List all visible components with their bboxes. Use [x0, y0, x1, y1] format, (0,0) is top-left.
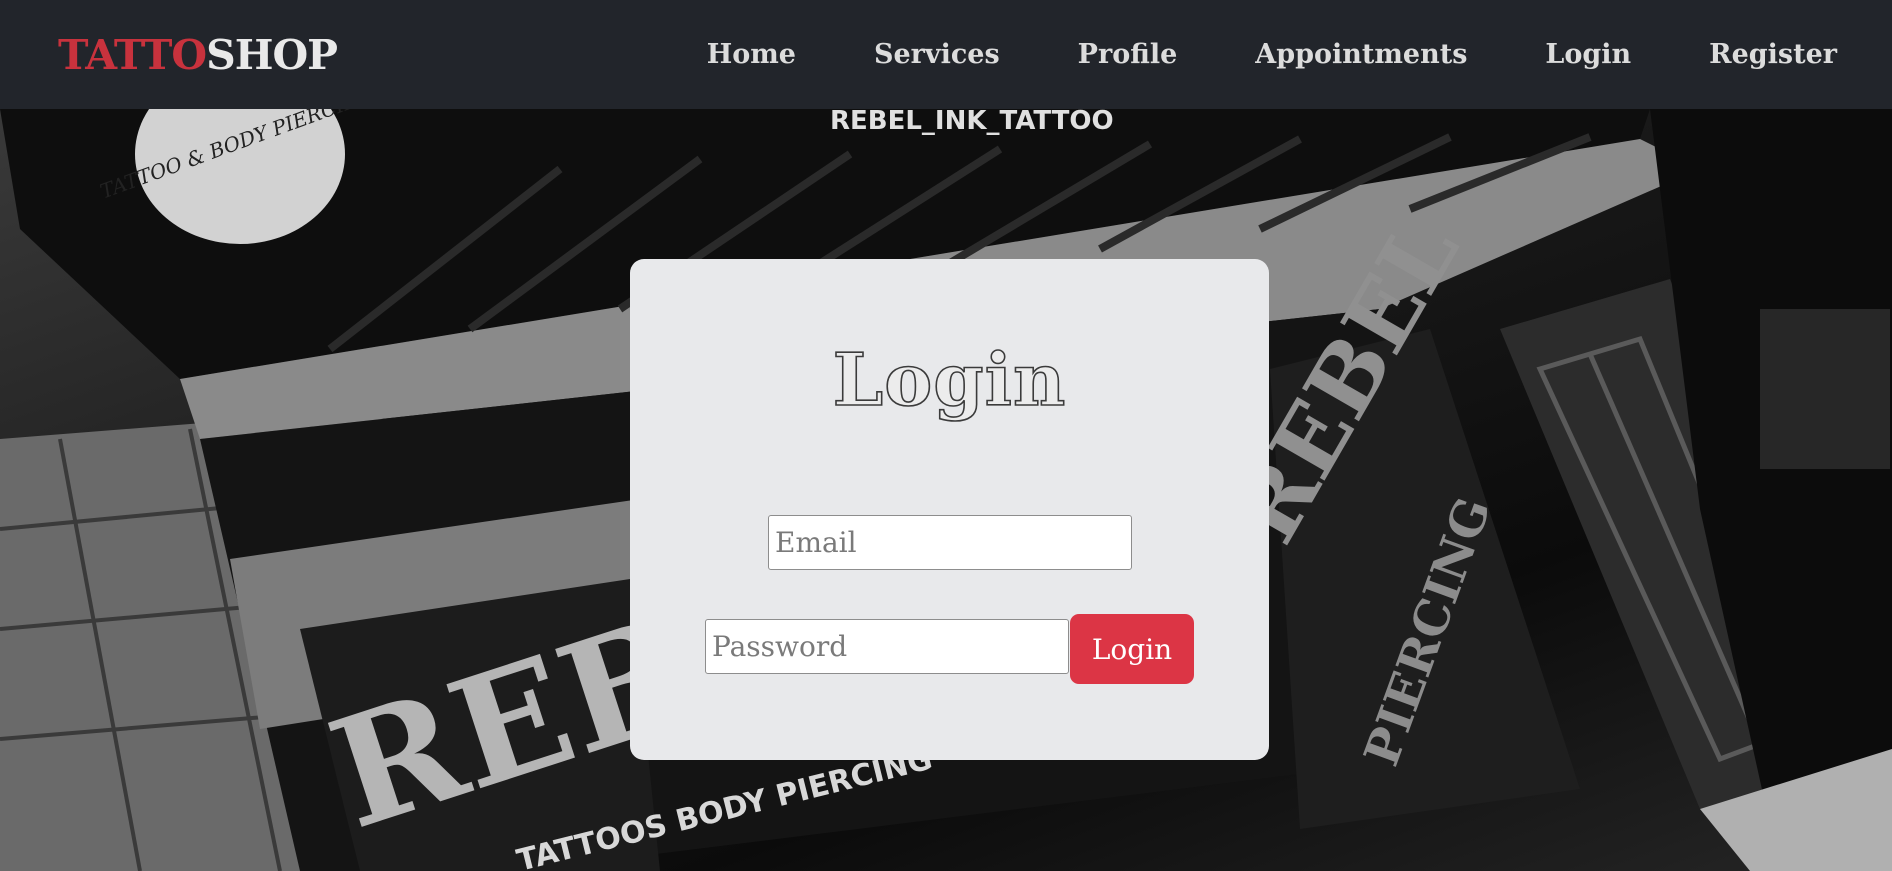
nav-link-profile[interactable]: Profile [1078, 39, 1178, 70]
email-input[interactable] [768, 515, 1132, 570]
nav-links: Home Services Profile Appointments Login… [629, 39, 1837, 70]
login-title: Login [832, 336, 1067, 423]
password-input[interactable] [705, 619, 1069, 674]
top-navbar: TATTOSHOP Home Services Profile Appointm… [0, 0, 1892, 109]
brand-part-1: TATTO [58, 30, 207, 79]
nav-link-register[interactable]: Register [1709, 39, 1837, 70]
nav-link-login[interactable]: Login [1545, 39, 1631, 70]
nav-link-home[interactable]: Home [707, 39, 796, 70]
svg-text:REBEL_INK_TATTOO: REBEL_INK_TATTOO [830, 109, 1114, 136]
login-card: Login Login [630, 259, 1269, 760]
nav-link-appointments[interactable]: Appointments [1255, 39, 1467, 70]
brand-part-2: SHOP [206, 30, 338, 79]
brand-logo[interactable]: TATTOSHOP [58, 30, 338, 79]
login-submit-button[interactable]: Login [1070, 614, 1194, 684]
nav-link-services[interactable]: Services [874, 39, 1000, 70]
